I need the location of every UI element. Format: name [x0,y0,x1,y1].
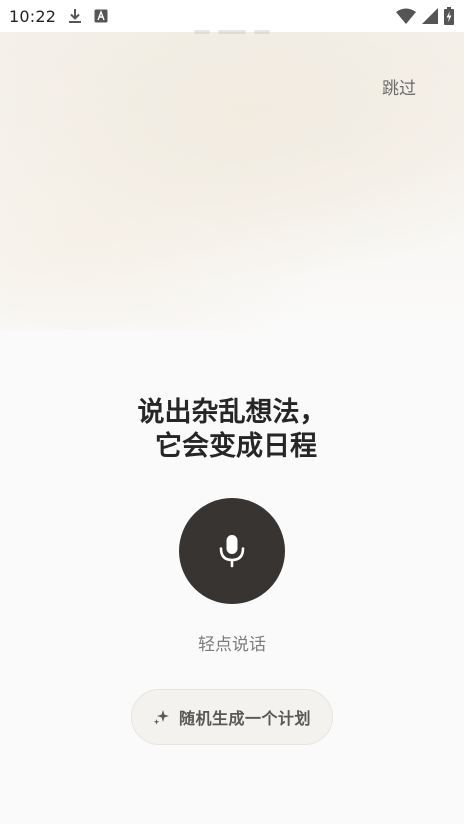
battery-charging-icon [444,7,454,25]
onboarding-headline: 说出杂乱想法， 它会变成日程 [0,396,464,464]
headline-line-2: 它会变成日程 [155,431,317,462]
microphone-icon [217,533,247,569]
a-badge-icon [94,9,108,23]
random-plan-button[interactable]: 随机生成一个计划 [131,689,333,745]
sparkles-icon [153,708,171,726]
random-plan-label: 随机生成一个计划 [178,709,311,728]
wifi-icon [396,8,416,24]
microphone-button[interactable] [179,498,285,604]
download-icon [68,8,82,24]
status-bar: 10:22 [0,0,464,32]
headline-line-1: 说出杂乱想法， [137,397,327,428]
skip-button[interactable]: 跳过 [382,74,416,99]
status-time: 10:22 [9,6,57,26]
onboarding-screen: 10:22 跳过 说出杂乱想法， 它会变成日程 轻点说话 随机生成一个计划 [0,0,464,824]
tap-to-speak-hint: 轻点说话 [198,635,266,655]
hero-background [0,0,464,330]
top-decoration [184,30,280,36]
cellular-signal-icon [422,8,438,24]
